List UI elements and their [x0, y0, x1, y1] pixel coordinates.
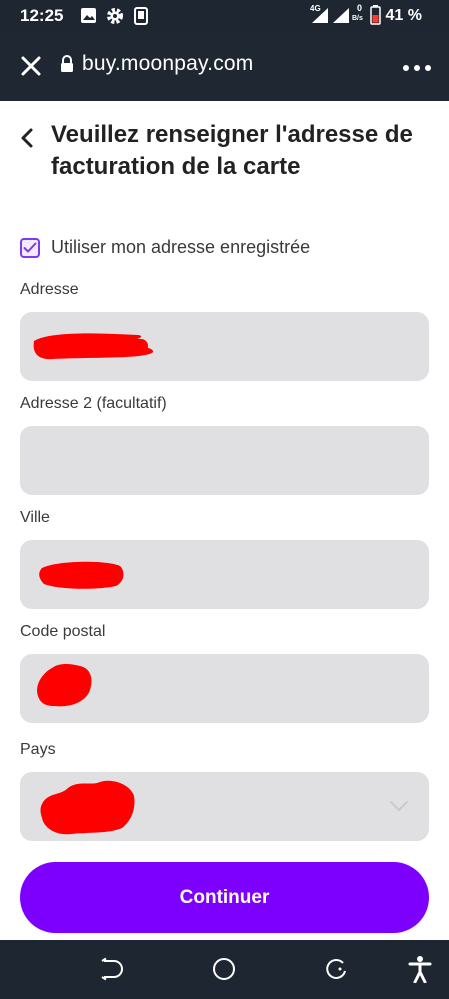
redaction-mark: [39, 561, 124, 589]
address-label: Adresse: [20, 281, 79, 298]
postal-code-label: Code postal: [20, 623, 106, 640]
battery-icon: [370, 5, 381, 30]
speed-value: 0: [357, 3, 363, 13]
recents-nav-icon[interactable]: [324, 957, 348, 986]
speed-unit: B/s: [352, 15, 363, 22]
country-select[interactable]: [20, 772, 429, 841]
status-time: 12:25: [20, 6, 64, 25]
gear-icon: [106, 7, 124, 30]
lock-icon: [60, 55, 74, 78]
signal-icon: [311, 7, 329, 29]
status-bar: 12:25 4G 0 B/s 41 %: [0, 0, 449, 31]
city-label: Ville: [20, 509, 50, 526]
address2-field[interactable]: [20, 426, 429, 495]
url-text[interactable]: buy.moonpay.com: [82, 52, 253, 76]
page-title: Veuillez renseigner l'adresse de factura…: [51, 121, 413, 180]
phone-icon: [134, 7, 148, 30]
address2-label: Adresse 2 (facultatif): [20, 395, 167, 412]
gallery-icon: [80, 7, 97, 29]
android-nav-bar: [0, 940, 449, 999]
back-icon[interactable]: [18, 126, 38, 150]
signal-icon: [332, 7, 350, 29]
continue-button[interactable]: Continuer: [20, 862, 429, 933]
redaction-mark: [37, 664, 92, 707]
browser-toolbar: buy.moonpay.com: [0, 31, 449, 101]
battery-percent: 41 %: [385, 7, 422, 24]
chevron-down-icon: [389, 799, 409, 817]
postal-code-field[interactable]: [20, 654, 429, 723]
back-nav-icon[interactable]: [100, 957, 124, 986]
redaction-mark: [40, 780, 135, 835]
close-icon[interactable]: [18, 53, 44, 79]
use-saved-address-label[interactable]: Utiliser mon adresse enregistrée: [51, 237, 310, 258]
home-nav-icon[interactable]: [212, 957, 236, 986]
city-field[interactable]: [20, 540, 429, 609]
redaction-mark: [33, 333, 154, 360]
country-label: Pays: [20, 741, 56, 758]
use-saved-address-checkbox[interactable]: [20, 238, 40, 258]
address-field[interactable]: [20, 312, 429, 381]
accessibility-icon[interactable]: [408, 955, 432, 988]
more-menu-icon[interactable]: [402, 59, 432, 77]
